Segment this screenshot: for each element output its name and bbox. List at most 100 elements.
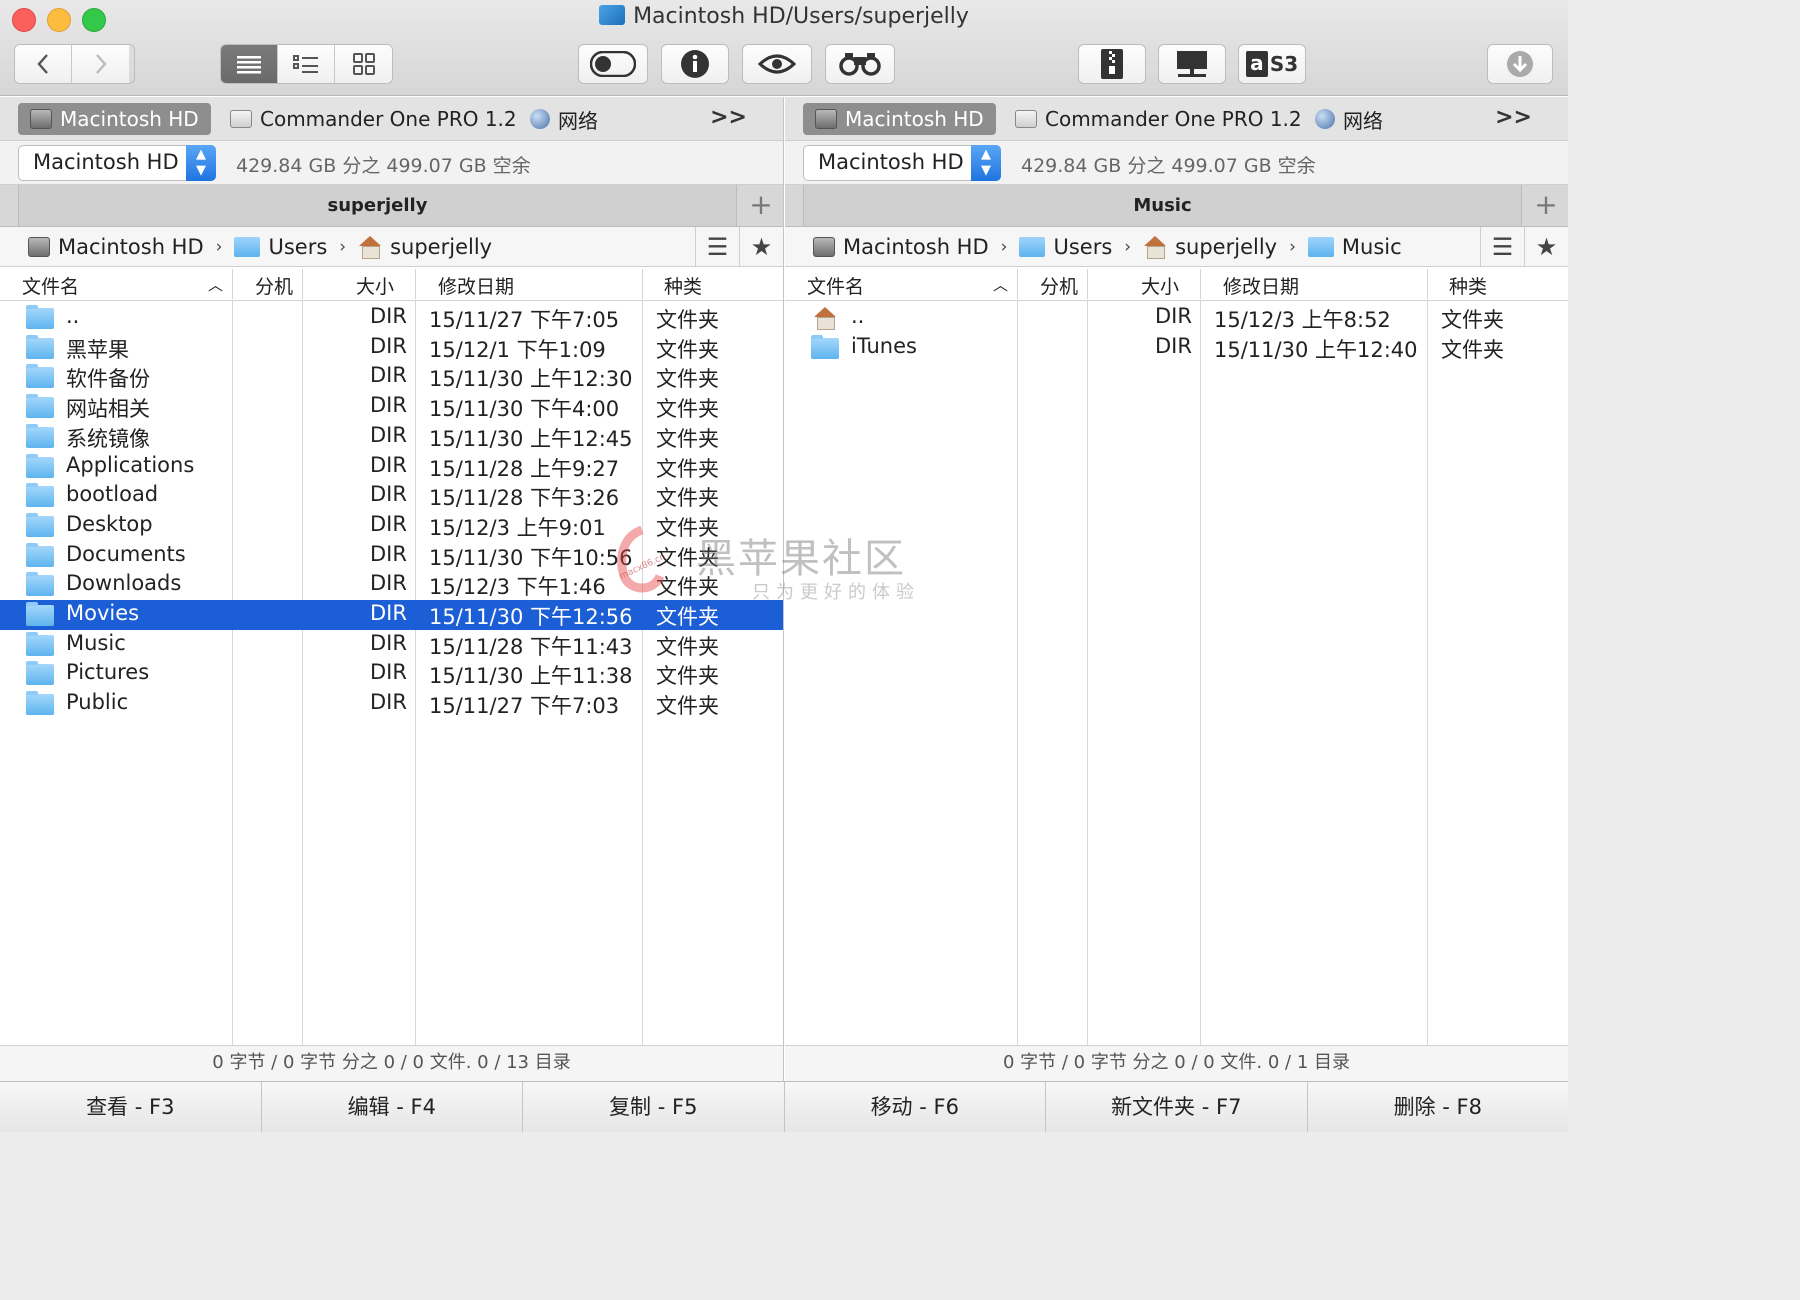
add-tab-button[interactable]: + [1524,185,1568,226]
folder-icon [26,602,54,626]
table-row[interactable]: iTunes DIR 15/11/30 上午12:40 文件夹 [785,333,1568,363]
breadcrumb-users[interactable]: Users [1019,235,1112,259]
search-button[interactable] [825,44,895,84]
s3-button[interactable]: a S3 [1238,44,1306,84]
drive-tab-macintosh-hd[interactable]: Macintosh HD [803,103,996,135]
history-list-button[interactable]: ☰ [1480,227,1524,266]
table-row[interactable]: Movies DIR 15/11/30 下午12:56 文件夹 [0,600,783,630]
col-kind[interactable]: 种类 [1449,272,1487,299]
favorites-button[interactable]: ★ [739,227,783,266]
forward-icon [95,54,107,74]
disk-select[interactable]: Macintosh HD ▲ ▼ [18,145,216,181]
hard-disk-icon [28,236,50,257]
cell-name: 黑苹果 [66,337,129,362]
view-mode-switch [220,44,393,84]
cell-date: 15/11/28 上午9:27 [429,456,620,481]
table-row[interactable]: Music DIR 15/11/28 下午11:43 文件夹 [0,630,783,660]
music-folder-icon [1307,236,1334,257]
edit-f4-button[interactable]: 编辑 - F4 [262,1082,523,1132]
table-row[interactable]: Desktop DIR 15/12/3 上午9:01 文件夹 [0,511,783,541]
quick-look-button[interactable] [742,44,812,84]
table-row[interactable]: 系统镜像 DIR 15/11/30 上午12:45 文件夹 [0,422,783,452]
col-extension[interactable]: 分机 [1040,272,1078,299]
table-row[interactable]: .. DIR 15/12/3 上午8:52 文件夹 [785,303,1568,333]
col-name[interactable]: 文件名 [807,272,864,299]
icon-view-button[interactable] [335,45,392,83]
col-size[interactable]: 大小 [356,272,394,299]
network-button[interactable] [1158,44,1226,84]
disk-select[interactable]: Macintosh HD ▲ ▼ [803,145,1001,181]
history-list-button[interactable]: ☰ [695,227,739,266]
home-icon [813,307,837,330]
back-button[interactable] [15,45,72,83]
breadcrumb-users[interactable]: Users [234,235,327,259]
drive-tab-network[interactable]: 网络 [1303,103,1395,135]
cell-name: 系统镜像 [66,426,150,451]
disk-info-bar: Macintosh HD ▲ ▼ 429.84 GB 分之 499.07 GB 空余 [785,141,1568,185]
file-list[interactable]: .. DIR 15/12/3 上午8:52 文件夹 iTunes DIR 15/11/30 … [785,301,1568,1045]
new-folder-f7-button[interactable]: 新文件夹 - F7 [1046,1082,1308,1132]
table-row[interactable]: 网站相关 DIR 15/11/30 下午4:00 文件夹 [0,392,783,422]
more-drives-button[interactable]: >> [1495,105,1532,130]
hard-disk-icon [813,236,835,257]
cell-name: Public [66,690,129,715]
tab-music[interactable]: Music [803,185,1522,226]
folder-icon [26,394,54,419]
status-bar: 0 字节 / 0 字节 分之 0 / 0 文件. 0 / 1 目录 [785,1045,1568,1081]
move-f6-button[interactable]: 移动 - F6 [785,1082,1046,1132]
breadcrumb-superjelly[interactable]: superjelly [358,235,492,259]
copy-f5-button[interactable]: 复制 - F5 [523,1082,785,1132]
cell-kind: 文件夹 [1441,337,1504,362]
drive-icon [599,5,626,25]
detail-view-button[interactable] [278,45,335,83]
table-row[interactable]: Applications DIR 15/11/28 上午9:27 文件夹 [0,452,783,482]
cell-size: DIR [370,393,407,418]
cell-kind: 文件夹 [656,664,719,689]
table-row[interactable]: 软件备份 DIR 15/11/30 上午12:30 文件夹 [0,362,783,392]
drive-tab-network[interactable]: 网络 [518,103,610,135]
info-button[interactable] [661,44,729,84]
table-row[interactable]: 黑苹果 DIR 15/12/1 下午1:09 文件夹 [0,333,783,363]
breadcrumb-music[interactable]: Music [1307,235,1402,259]
breadcrumb-macintosh-hd[interactable]: Macintosh HD [28,235,204,259]
download-button[interactable] [1487,44,1553,84]
col-size[interactable]: 大小 [1141,272,1179,299]
table-row[interactable]: .. DIR 15/11/27 下午7:05 文件夹 [0,303,783,333]
list-icon: ☰ [706,232,729,261]
col-extension[interactable]: 分机 [255,272,293,299]
tab-superjelly[interactable]: superjelly [18,185,737,226]
col-kind[interactable]: 种类 [664,272,702,299]
hidden-files-toggle[interactable] [578,44,648,84]
table-row[interactable]: Pictures DIR 15/11/30 上午11:38 文件夹 [0,659,783,689]
drive-tab-macintosh-hd[interactable]: Macintosh HD [18,103,211,135]
table-row[interactable]: Downloads DIR 15/12/3 下午1:46 文件夹 [0,570,783,600]
drive-tab-commander-one[interactable]: Commander One PRO 1.2 [218,103,529,135]
cell-size: DIR [370,690,407,715]
list-view-button[interactable] [221,45,278,83]
drive-tab-commander-one[interactable]: Commander One PRO 1.2 [1003,103,1314,135]
file-list[interactable]: .. DIR 15/11/27 下午7:05 文件夹 黑苹果 DIR 15/12/1 下午1… [0,301,783,1045]
folder-icon [811,334,839,359]
globe-icon [530,109,550,129]
view-f3-button[interactable]: 查看 - F3 [0,1082,262,1132]
breadcrumb-superjelly[interactable]: superjelly [1143,235,1277,259]
network-icon [1177,51,1207,77]
archive-button[interactable] [1078,44,1146,84]
free-space-text: 429.84 GB 分之 499.07 GB 空余 [1021,155,1316,177]
cell-date: 15/11/27 下午7:05 [429,308,620,332]
col-date[interactable]: 修改日期 [1223,272,1299,299]
table-row[interactable]: bootload DIR 15/11/28 下午3:26 文件夹 [0,481,783,511]
cell-name: Applications [66,452,195,477]
chevron-right-icon: › [339,236,347,257]
delete-f8-button[interactable]: 删除 - F8 [1308,1082,1569,1132]
favorites-button[interactable]: ★ [1524,227,1568,266]
forward-button[interactable] [72,45,129,83]
table-row[interactable]: Public DIR 15/11/27 下午7:03 文件夹 [0,689,783,719]
col-name[interactable]: 文件名 [22,272,79,299]
more-drives-button[interactable]: >> [710,105,747,130]
col-date[interactable]: 修改日期 [438,272,514,299]
table-row[interactable]: Documents DIR 15/11/30 下午10:56 文件夹 [0,541,783,571]
cell-kind: 文件夹 [656,575,719,600]
add-tab-button[interactable]: + [739,185,783,226]
breadcrumb-macintosh-hd[interactable]: Macintosh HD [813,235,989,259]
